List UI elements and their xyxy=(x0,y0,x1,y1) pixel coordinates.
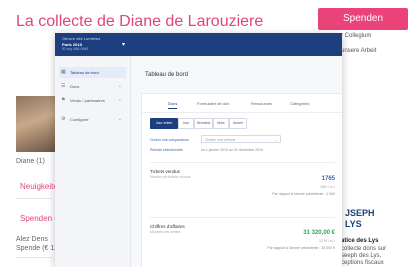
logo-text-line: LYS xyxy=(345,219,362,229)
stat-title: Tickets vendus xyxy=(150,169,180,174)
tab-donation-form[interactable]: Formulaire de don xyxy=(197,101,229,106)
stat-card-tickets: Tickets vendus Nombre de tickets vendus … xyxy=(150,162,335,213)
selected-period-label: Période sélectionnée xyxy=(150,148,183,152)
chevron-down-icon: ⌄ xyxy=(117,97,122,103)
logo-text-line: JSEPH xyxy=(345,208,375,218)
gear-icon: ⚙ xyxy=(61,116,66,122)
compare-label: Choisir une comparaison xyxy=(150,138,189,142)
stat-value: 31 320,00 € xyxy=(303,230,335,236)
sidebar-item-label: Configurer xyxy=(70,117,89,122)
chevron-down-icon: ⌄ xyxy=(117,83,122,89)
stat-subtitle: Nombre de tickets vendus xyxy=(150,175,191,179)
stat-compare: Par rapport à l'année précédente : 28 00… xyxy=(267,246,335,250)
sidebar-item-sales[interactable]: ⚑ Vendu / partenaires ⌄ xyxy=(59,95,126,111)
right-text-line: unsere Arbeit xyxy=(341,48,377,54)
compare-select[interactable]: Choisir une période ⌄ xyxy=(201,135,281,143)
period-week-button[interactable]: Semaine xyxy=(194,118,213,129)
selected-period-value: du 1 janvier 2019 au 31 décembre 2019 xyxy=(201,148,263,152)
period-year-button[interactable]: Année xyxy=(229,118,247,129)
chevron-down-icon: ⌄ xyxy=(117,116,122,122)
period-month-button[interactable]: Mois xyxy=(213,118,229,129)
sidebar-item-settings[interactable]: ⚙ Configurer ⌄ xyxy=(59,114,126,125)
dashboard-icon: ▦ xyxy=(61,69,66,75)
stat-title: Chiffres d'affaires xyxy=(150,224,185,229)
partner-text-line: ceptions fiscaux xyxy=(341,260,384,266)
main-content: Tableau de bord Dons Formulaire de don R… xyxy=(131,56,342,267)
org-name: Oeuvre des Lumières xyxy=(62,36,101,41)
stats-panel: Dons Formulaire de don Ressources Catégo… xyxy=(141,93,342,267)
right-text-line: r Collegium xyxy=(341,33,372,39)
donor-name: Alez Dens xyxy=(16,236,48,243)
partner-text-line: seeph des Lys, xyxy=(341,253,382,259)
stat-delta: 15% / n-1 xyxy=(320,185,335,189)
sidebar-item-label: Vendu / partenaires xyxy=(70,98,105,103)
account-id: ID org: 488-0945 xyxy=(62,47,89,51)
sidebar-item-label: Dons xyxy=(70,84,80,89)
divider xyxy=(16,198,52,199)
sidebar-item-dashboard[interactable]: ▦ Tableau de bord xyxy=(59,67,126,78)
stat-delta: 12 % / n-1 xyxy=(319,239,335,243)
list-icon: ☰ xyxy=(61,83,66,89)
sidebar: ▦ Tableau de bord ☰ Dons ⌄ ⚑ Vendu / par… xyxy=(55,56,131,267)
donations-heading: Spenden ( xyxy=(20,214,57,223)
donor-amount: Spende (€ 11 xyxy=(16,245,58,252)
content-title: Tableau de bord xyxy=(145,72,189,78)
tab-donations[interactable]: Dons xyxy=(168,101,178,109)
partner-logo: JSEPH LYS xyxy=(345,208,379,234)
donate-button[interactable]: Spenden xyxy=(318,8,408,30)
compare-select-value: Choisir une période xyxy=(205,138,236,142)
tab-categories[interactable]: Catégories xyxy=(290,101,309,106)
chevron-down-icon: ⌄ xyxy=(274,137,278,142)
sidebar-item-donations[interactable]: ☰ Dons ⌄ xyxy=(59,81,126,92)
divider xyxy=(16,257,52,258)
campaign-photo xyxy=(16,96,56,152)
partner-text-line: collecte dons sur xyxy=(341,246,387,252)
tabs-divider xyxy=(142,112,342,113)
period-full-day-button[interactable]: Jour entier xyxy=(150,118,178,129)
flag-icon: ⚑ xyxy=(61,97,66,103)
stat-card-revenue: Chiffres d'affaires Montant des ventes 3… xyxy=(150,217,335,267)
stat-value: 1765 xyxy=(321,176,335,182)
stat-compare: Par rapport à l'année précédente : 1 540 xyxy=(272,192,335,196)
period-day-button[interactable]: Jour xyxy=(178,118,194,129)
chevron-down-icon[interactable]: ▾ xyxy=(122,41,125,48)
partner-title: atice des Lys xyxy=(341,238,379,244)
sidebar-item-label: Tableau de bord xyxy=(70,70,99,75)
tab-resources[interactable]: Ressources xyxy=(251,101,272,106)
photo-caption: Diane (1) xyxy=(16,158,45,165)
page-title: La collecte de Diane de Larouziere xyxy=(16,13,264,30)
account-header[interactable]: Oeuvre des Lumières Paris 2018 ID org: 4… xyxy=(55,33,342,56)
dashboard-window: Oeuvre des Lumières Paris 2018 ID org: 4… xyxy=(55,33,342,267)
stat-subtitle: Montant des ventes xyxy=(150,230,181,234)
